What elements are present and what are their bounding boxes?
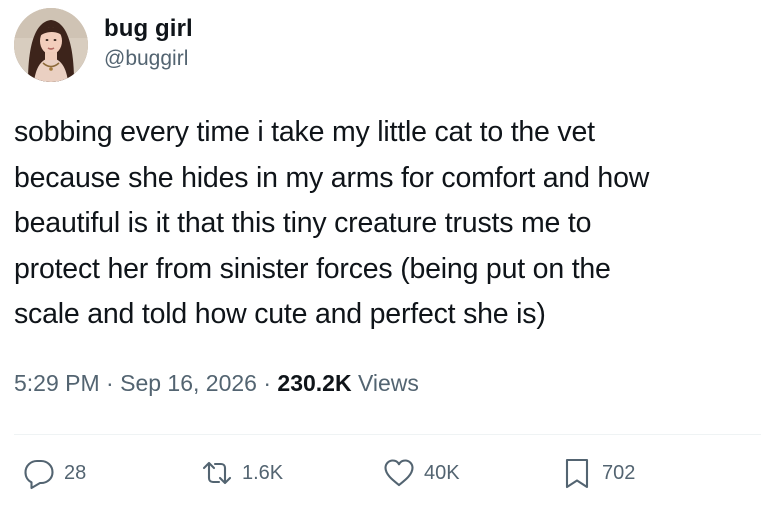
tweet-time[interactable]: 5:29 PM xyxy=(14,370,100,396)
author-names: bug girl @buggirl xyxy=(104,8,193,73)
reply-count: 28 xyxy=(64,462,87,484)
heart-icon xyxy=(384,459,414,487)
bookmark-icon xyxy=(565,458,589,489)
reply-icon xyxy=(24,459,54,490)
divider xyxy=(14,434,761,435)
tweet-card: bug girl @buggirl sobbing every time i t… xyxy=(0,0,761,507)
retweet-icon xyxy=(202,461,232,485)
tweet-header: bug girl @buggirl xyxy=(14,8,193,82)
retweet-count: 1.6K xyxy=(242,462,284,484)
views-label: Views xyxy=(357,370,419,396)
avatar-image xyxy=(14,8,88,82)
action-bar: 28 1.6K 40K 702 xyxy=(0,456,761,500)
reply-button[interactable]: 28 xyxy=(22,456,86,490)
meta-separator: · xyxy=(256,370,278,396)
bookmark-count: 702 xyxy=(602,462,636,484)
meta-separator: · xyxy=(99,370,121,396)
like-count: 40K xyxy=(424,462,460,484)
tweet-text: sobbing every time i take my little cat … xyxy=(14,116,650,330)
author-handle[interactable]: @buggirl xyxy=(104,45,193,73)
tweet-meta: 5:29 PM · Sep 16, 2026 · 230.2K Views xyxy=(14,367,419,399)
views-count: 230.2K xyxy=(277,370,352,396)
tweet-date[interactable]: Sep 16, 2026 xyxy=(120,370,257,396)
retweet-button[interactable]: 1.6K xyxy=(200,456,283,490)
like-button[interactable]: 40K xyxy=(382,456,460,490)
bookmark-button[interactable]: 702 xyxy=(560,456,635,490)
author-display-name[interactable]: bug girl xyxy=(104,14,193,44)
avatar[interactable] xyxy=(14,8,88,82)
